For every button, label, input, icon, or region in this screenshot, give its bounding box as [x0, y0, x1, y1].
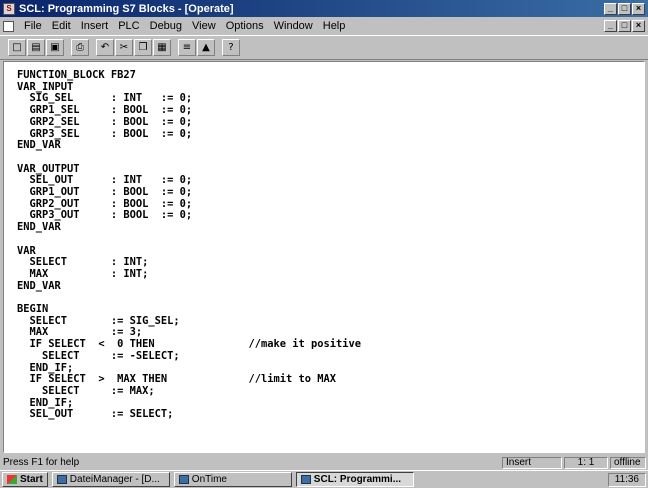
print-icon[interactable]: ⎙	[71, 39, 89, 56]
clock-app-icon	[178, 475, 189, 484]
taskbar: Start DateiManager - [D... OnTime SCL: P…	[0, 470, 648, 488]
folder-icon	[56, 475, 67, 484]
close-button[interactable]: ×	[632, 2, 645, 15]
menu-file[interactable]: File	[19, 20, 47, 32]
menu-plc[interactable]: PLC	[113, 20, 144, 32]
task-label: OnTime	[191, 474, 227, 485]
minimize-button[interactable]: _	[604, 2, 617, 15]
doc-restore-button[interactable]: □	[618, 20, 631, 32]
task-ontime[interactable]: OnTime	[173, 472, 292, 487]
start-label: Start	[20, 474, 43, 485]
document-icon[interactable]	[3, 20, 14, 32]
scl-app-icon	[300, 475, 311, 484]
start-button[interactable]: Start	[2, 472, 48, 487]
window-title: SCL: Programming S7 Blocks - [Operate]	[19, 2, 234, 15]
toolbar: □ ▤ ▣ ⎙ ↶ ✂ ❐ ▦ ≡ ▲ ?	[0, 35, 648, 60]
save-icon[interactable]: ▣	[46, 39, 64, 56]
undo-icon[interactable]: ↶	[96, 39, 114, 56]
menu-window[interactable]: Window	[269, 20, 318, 32]
menu-help[interactable]: Help	[318, 20, 351, 32]
title-bar[interactable]: S SCL: Programming S7 Blocks - [Operate]…	[0, 0, 648, 17]
open-icon[interactable]: ▤	[27, 39, 45, 56]
help-icon[interactable]: ?	[222, 39, 240, 56]
doc-close-button[interactable]: ×	[632, 20, 645, 32]
status-message: Press F1 for help	[3, 457, 80, 468]
new-icon[interactable]: □	[8, 39, 26, 56]
copy-icon[interactable]: ❐	[134, 39, 152, 56]
code-editor[interactable]: FUNCTION_BLOCK FB27 VAR_INPUT SIG_SEL : …	[3, 61, 645, 453]
status-mode: Insert	[502, 456, 562, 469]
cut-icon[interactable]: ✂	[115, 39, 133, 56]
menu-options[interactable]: Options	[221, 20, 269, 32]
compile-icon[interactable]: ≡	[178, 39, 196, 56]
app-icon[interactable]: S	[3, 2, 15, 15]
menu-view[interactable]: View	[187, 20, 221, 32]
menu-edit[interactable]: Edit	[47, 20, 76, 32]
task-label: SCL: Programmi...	[313, 474, 402, 485]
status-bar: Press F1 for help Insert 1: 1 offline	[0, 455, 648, 470]
doc-minimize-button[interactable]: _	[604, 20, 617, 32]
source-code[interactable]: FUNCTION_BLOCK FB27 VAR_INPUT SIG_SEL : …	[4, 62, 644, 421]
task-scl[interactable]: SCL: Programmi...	[295, 472, 414, 487]
menu-debug[interactable]: Debug	[145, 20, 187, 32]
menu-bar: File Edit Insert PLC Debug View Options …	[0, 17, 648, 35]
windows-flag-icon	[7, 475, 17, 484]
task-datei-manager[interactable]: DateiManager - [D...	[51, 472, 170, 487]
status-connection: offline	[610, 456, 646, 469]
menu-insert[interactable]: Insert	[76, 20, 114, 32]
paste-icon[interactable]: ▦	[153, 39, 171, 56]
maximize-button[interactable]: □	[618, 2, 631, 15]
status-position: 1: 1	[564, 456, 608, 469]
system-tray-clock[interactable]: 11:36	[607, 472, 646, 487]
download-icon[interactable]: ▲	[197, 39, 215, 56]
task-label: DateiManager - [D...	[69, 474, 160, 485]
